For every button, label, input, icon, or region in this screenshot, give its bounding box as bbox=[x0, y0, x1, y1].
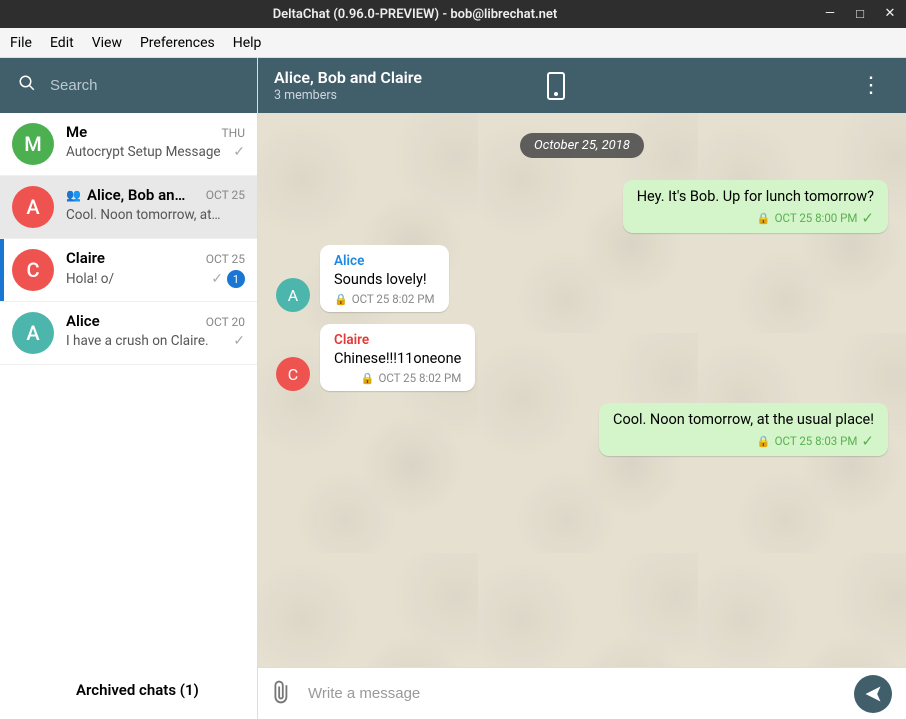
menu-edit[interactable]: Edit bbox=[50, 35, 74, 51]
chat-item-name: Alice bbox=[66, 312, 100, 330]
search-input[interactable] bbox=[50, 77, 249, 94]
message-time: OCT 25 8:02 PM bbox=[378, 371, 461, 385]
message-row: A Alice Sounds lovely! 🔒 OCT 25 8:02 PM bbox=[276, 245, 888, 312]
menu-help[interactable]: Help bbox=[233, 35, 262, 51]
message-text: Sounds lovely! bbox=[334, 271, 435, 288]
unread-badge: 1 bbox=[227, 270, 245, 288]
chat-item-preview: Hola! o/ bbox=[66, 271, 211, 287]
chat-item-name: 👥Alice, Bob an… bbox=[66, 186, 185, 204]
chat-list-item[interactable]: A 👥Alice, Bob an… OCT 25 Cool. Noon tomo… bbox=[0, 176, 257, 239]
chat-item-preview: I have a crush on Claire. bbox=[66, 333, 233, 349]
group-icon: 👥 bbox=[66, 188, 81, 202]
chat-subtitle: 3 members bbox=[274, 88, 533, 103]
avatar: A bbox=[276, 278, 310, 312]
message-row: Cool. Noon tomorrow, at the usual place!… bbox=[276, 403, 888, 456]
chat-item-date: OCT 25 bbox=[206, 188, 245, 202]
menu-preferences[interactable]: Preferences bbox=[140, 35, 215, 51]
menu-view[interactable]: View bbox=[92, 35, 122, 51]
window-close-button[interactable]: ✕ bbox=[882, 6, 898, 22]
messages-container: October 25, 2018 Hey. It's Bob. Up for l… bbox=[258, 113, 906, 667]
sidebar-header bbox=[0, 58, 257, 113]
message-sender: Alice bbox=[334, 253, 435, 269]
message-meta: 🔒 OCT 25 8:02 PM bbox=[334, 292, 435, 306]
sidebar: M Me THU Autocrypt Setup Message ✓ A 👥Al… bbox=[0, 58, 258, 719]
avatar: A bbox=[12, 312, 54, 354]
delivered-icon: ✓ bbox=[861, 432, 874, 450]
chat-list: M Me THU Autocrypt Setup Message ✓ A 👥Al… bbox=[0, 113, 257, 661]
attach-icon[interactable] bbox=[266, 676, 301, 711]
window-minimize-button[interactable]: — bbox=[822, 6, 838, 22]
avatar: A bbox=[12, 186, 54, 228]
message-text: Hey. It's Bob. Up for lunch tomorrow? bbox=[637, 188, 874, 205]
search-icon bbox=[18, 74, 36, 97]
window-maximize-button[interactable]: □ bbox=[852, 6, 868, 22]
message-bubble[interactable]: Alice Sounds lovely! 🔒 OCT 25 8:02 PM bbox=[320, 245, 449, 312]
menu-file[interactable]: File bbox=[10, 35, 32, 51]
lock-icon: 🔒 bbox=[334, 293, 348, 306]
message-bubble[interactable]: Claire Chinese!!!11oneone 🔒 OCT 25 8:02 PM bbox=[320, 324, 475, 391]
message-bubble[interactable]: Cool. Noon tomorrow, at the usual place!… bbox=[599, 403, 888, 456]
chat-item-name: Me bbox=[66, 123, 87, 141]
message-text: Chinese!!!11oneone bbox=[334, 350, 461, 367]
chat-list-item[interactable]: M Me THU Autocrypt Setup Message ✓ bbox=[0, 113, 257, 176]
delivered-icon: ✓ bbox=[211, 271, 223, 287]
message-bubble[interactable]: Hey. It's Bob. Up for lunch tomorrow? 🔒 O… bbox=[623, 180, 888, 233]
message-time: OCT 25 8:02 PM bbox=[352, 292, 435, 306]
chat-list-item[interactable]: A Alice OCT 20 I have a crush on Claire.… bbox=[0, 302, 257, 365]
delivered-icon: ✓ bbox=[233, 144, 245, 160]
phone-icon[interactable] bbox=[547, 72, 565, 100]
chat-item-name: Claire bbox=[66, 249, 105, 267]
chat-item-date: THU bbox=[221, 126, 245, 140]
composer bbox=[258, 667, 906, 719]
chat-header: Alice, Bob and Claire 3 members ⋮ bbox=[258, 58, 906, 113]
send-button[interactable] bbox=[854, 675, 892, 713]
window-title: DeltaChat (0.96.0-PREVIEW) - bob@librech… bbox=[8, 7, 822, 22]
archived-chats-row[interactable]: Archived chats (1) bbox=[0, 661, 257, 719]
avatar: C bbox=[12, 249, 54, 291]
lock-icon: 🔒 bbox=[757, 435, 771, 448]
message-meta: 🔒 OCT 25 8:03 PM ✓ bbox=[613, 432, 874, 450]
avatar: M bbox=[12, 123, 54, 165]
message-row: Hey. It's Bob. Up for lunch tomorrow? 🔒 O… bbox=[276, 180, 888, 233]
avatar: C bbox=[276, 357, 310, 391]
date-separator: October 25, 2018 bbox=[520, 133, 644, 158]
lock-icon: 🔒 bbox=[757, 212, 771, 225]
message-meta: 🔒 OCT 25 8:02 PM bbox=[334, 371, 461, 385]
chat-item-date: OCT 20 bbox=[206, 315, 245, 329]
message-text: Cool. Noon tomorrow, at the usual place! bbox=[613, 411, 874, 428]
message-sender: Claire bbox=[334, 332, 461, 348]
window-titlebar: DeltaChat (0.96.0-PREVIEW) - bob@librech… bbox=[0, 0, 906, 28]
compose-input[interactable] bbox=[308, 685, 840, 702]
chat-item-preview: Autocrypt Setup Message bbox=[66, 144, 233, 160]
menubar: File Edit View Preferences Help bbox=[0, 28, 906, 58]
message-time: OCT 25 8:00 PM bbox=[775, 211, 858, 225]
message-meta: 🔒 OCT 25 8:00 PM ✓ bbox=[637, 209, 874, 227]
more-menu-icon[interactable]: ⋮ bbox=[852, 69, 890, 102]
chat-title: Alice, Bob and Claire bbox=[274, 68, 533, 87]
message-row: C Claire Chinese!!!11oneone 🔒 OCT 25 8:02 P… bbox=[276, 324, 888, 391]
chat-item-date: OCT 25 bbox=[206, 252, 245, 266]
delivered-icon: ✓ bbox=[233, 333, 245, 349]
chat-item-preview: Cool. Noon tomorrow, at… bbox=[66, 207, 245, 223]
chat-list-item[interactable]: C Claire OCT 25 Hola! o/ ✓ 1 bbox=[0, 239, 257, 302]
delivered-icon: ✓ bbox=[861, 209, 874, 227]
message-time: OCT 25 8:03 PM bbox=[775, 434, 858, 448]
lock-icon: 🔒 bbox=[361, 372, 375, 385]
chat-area: Alice, Bob and Claire 3 members ⋮ Octobe… bbox=[258, 58, 906, 719]
